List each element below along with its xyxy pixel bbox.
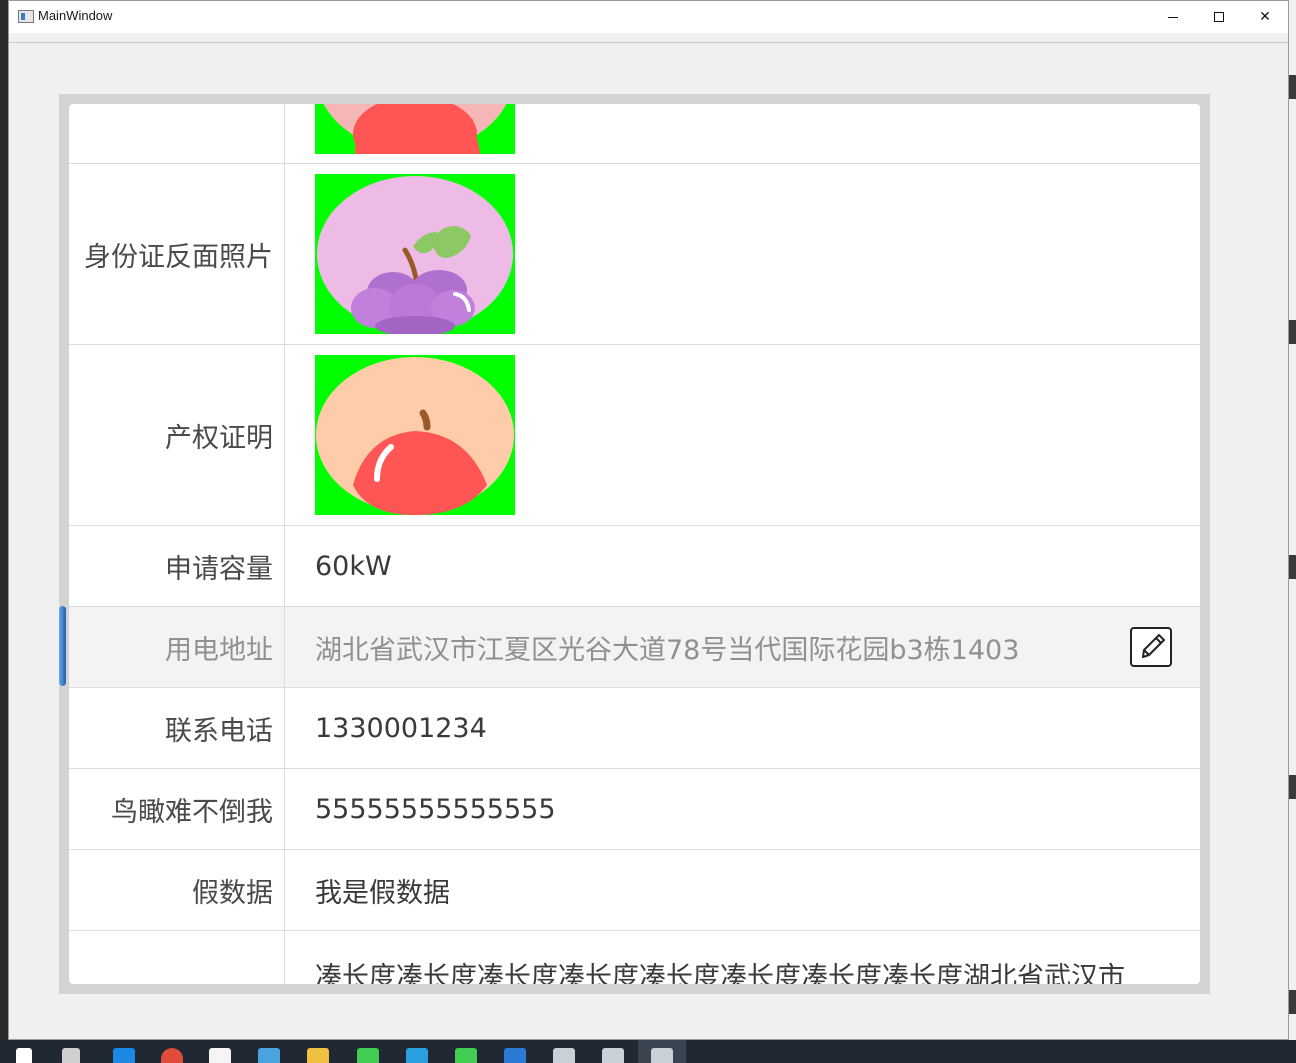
row-value: 1330001234 (315, 712, 487, 744)
close-button[interactable]: ✕ (1242, 1, 1288, 33)
desktop-window-edge (1288, 990, 1296, 1014)
title-bar[interactable]: MainWindow ✕ (9, 1, 1288, 33)
app-window-icon[interactable] (602, 1048, 624, 1063)
window-app-icon (18, 10, 34, 23)
grapes-image (315, 174, 515, 334)
taskbar (0, 1040, 1296, 1063)
list-row[interactable]: 产权证明 (69, 345, 1200, 526)
row-label: 用电地址 (69, 607, 285, 687)
desktop-window-edge (1288, 320, 1296, 344)
mail-icon[interactable] (258, 1048, 280, 1063)
qt-creator-icon[interactable] (455, 1048, 477, 1063)
row-label: 申请容量 (69, 526, 285, 606)
vscode-icon[interactable] (504, 1048, 526, 1063)
edge-icon[interactable] (113, 1048, 135, 1063)
row-label: 鸟瞰难不倒我 (69, 769, 285, 849)
qt-creator-icon[interactable] (357, 1048, 379, 1063)
minimize-icon (1168, 16, 1178, 18)
main-window: MainWindow ✕ 身份证反面照片 产权证明 申请容量 60kW 用电地址… (8, 0, 1289, 1040)
folder-icon[interactable] (307, 1048, 329, 1063)
row-label (69, 104, 285, 163)
app-window-icon[interactable] (651, 1048, 673, 1063)
row-value: 60kW (315, 550, 392, 582)
row-label: 产权证明 (69, 345, 285, 525)
edit-pencil-icon (1142, 634, 1165, 658)
row-value: 湖北省武汉市江夏区光谷大道78号当代国际花园b3栋1403 (315, 634, 1020, 666)
list-row[interactable]: 申请容量 60kW (69, 526, 1200, 607)
list-row[interactable]: 身份证反面照片 (69, 164, 1200, 345)
menu-bar (9, 33, 1288, 43)
selection-indicator (59, 606, 66, 686)
start-icon[interactable] (16, 1048, 32, 1063)
desktop-window-edge (1288, 75, 1296, 99)
teamviewer-icon[interactable] (406, 1048, 428, 1063)
close-icon: ✕ (1259, 9, 1271, 25)
desktop-window-edge (1288, 555, 1296, 579)
row-value: 我是假数据 (315, 877, 450, 909)
list-frame: 身份证反面照片 产权证明 申请容量 60kW 用电地址 湖北省武汉市江夏区光谷大… (59, 94, 1210, 994)
chrome-icon[interactable] (161, 1048, 183, 1063)
apple-image-partial (315, 104, 515, 154)
apple-image (315, 355, 515, 515)
maximize-icon (1214, 12, 1224, 22)
edit-button[interactable] (1130, 627, 1172, 667)
row-label (69, 931, 285, 984)
app-window-icon[interactable] (553, 1048, 575, 1063)
row-label: 假数据 (69, 850, 285, 930)
row-label: 身份证反面照片 (69, 164, 285, 344)
row-value: 55555555555555 (315, 793, 556, 825)
desktop-background (1288, 0, 1296, 1040)
list-row[interactable]: 联系电话 1330001234 (69, 688, 1200, 769)
store-icon[interactable] (209, 1048, 231, 1063)
list-row[interactable] (69, 104, 1200, 164)
list-row[interactable]: 假数据 我是假数据 (69, 850, 1200, 931)
window-title: MainWindow (38, 8, 113, 23)
list-row[interactable]: 凑长度凑长度凑长度凑长度凑长度凑长度凑长度凑长度湖北省武汉市 (69, 931, 1200, 984)
minimize-button[interactable] (1150, 1, 1196, 33)
list-row[interactable]: 鸟瞰难不倒我 55555555555555 (69, 769, 1200, 850)
info-list[interactable]: 身份证反面照片 产权证明 申请容量 60kW 用电地址 湖北省武汉市江夏区光谷大… (69, 104, 1200, 984)
task-view-icon[interactable] (62, 1048, 80, 1063)
desktop-window-edge (1288, 775, 1296, 799)
maximize-button[interactable] (1196, 1, 1242, 33)
row-value: 凑长度凑长度凑长度凑长度凑长度凑长度凑长度凑长度湖北省武汉市 (315, 962, 1125, 984)
list-row-selected[interactable]: 用电地址 湖北省武汉市江夏区光谷大道78号当代国际花园b3栋1403 (69, 607, 1200, 688)
row-label: 联系电话 (69, 688, 285, 768)
